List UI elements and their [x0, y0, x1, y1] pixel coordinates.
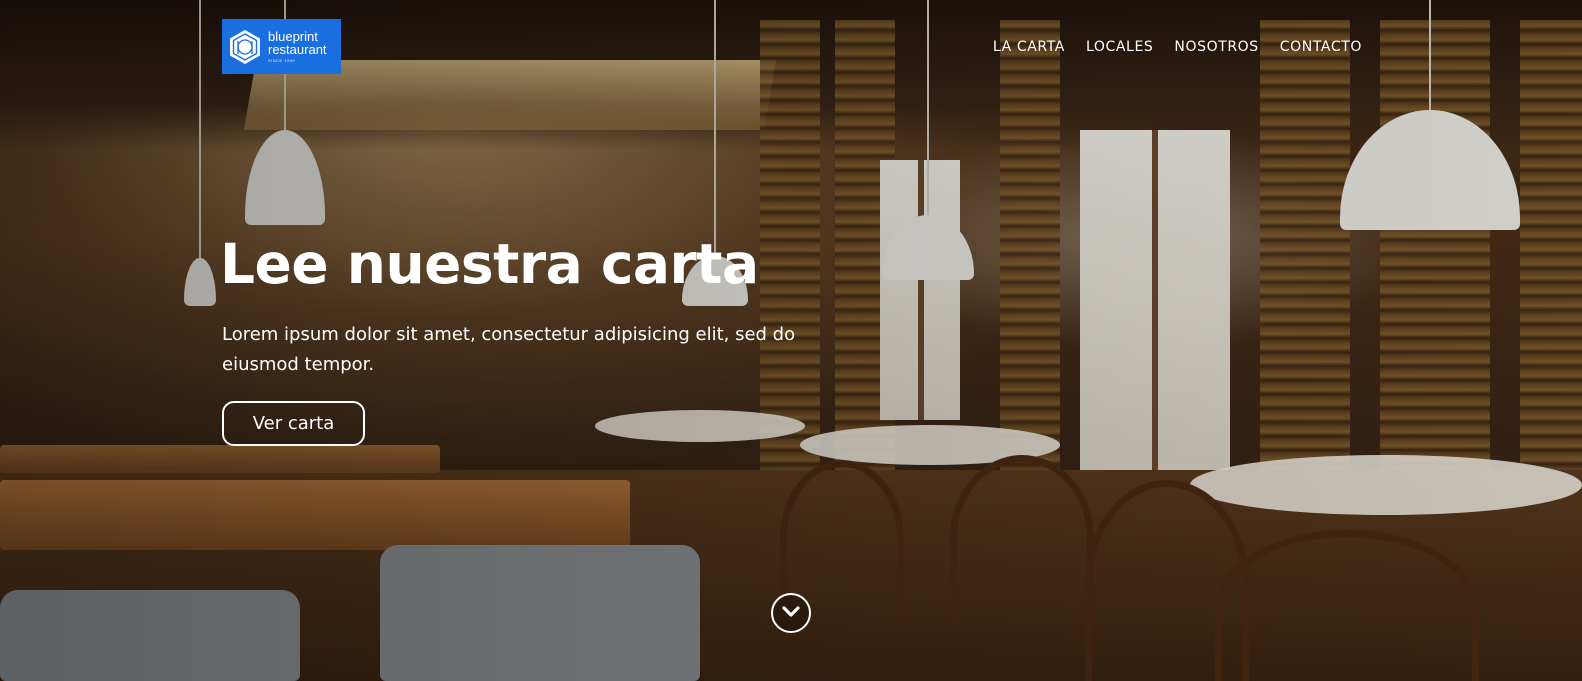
logo-badge-icon	[228, 29, 262, 65]
chevron-down-icon	[781, 604, 801, 623]
logo-wordmark: blueprint restaurant SINCE 1990	[268, 30, 327, 63]
main-nav: LA CARTA LOCALES NOSOTROS CONTACTO	[972, 39, 1362, 55]
logo-line-2: restaurant	[268, 42, 327, 58]
nav-item-locales[interactable]: LOCALES	[1086, 39, 1153, 55]
nav-item-nosotros[interactable]: NOSOTROS	[1174, 39, 1258, 55]
ver-carta-button[interactable]: Ver carta	[222, 401, 365, 446]
logo-line-1: blueprint	[268, 28, 318, 44]
nav-item-contacto[interactable]: CONTACTO	[1280, 39, 1362, 55]
logo-line-3: SINCE 1990	[268, 58, 296, 64]
hero-subtitle: Lorem ipsum dolor sit amet, consectetur …	[222, 324, 796, 375]
hero-title: Lee nuestra carta	[220, 232, 759, 296]
scroll-down-button[interactable]	[771, 593, 811, 633]
nav-item-la-carta[interactable]: LA CARTA	[993, 39, 1065, 55]
brand-logo[interactable]: blueprint restaurant SINCE 1990	[222, 19, 341, 74]
